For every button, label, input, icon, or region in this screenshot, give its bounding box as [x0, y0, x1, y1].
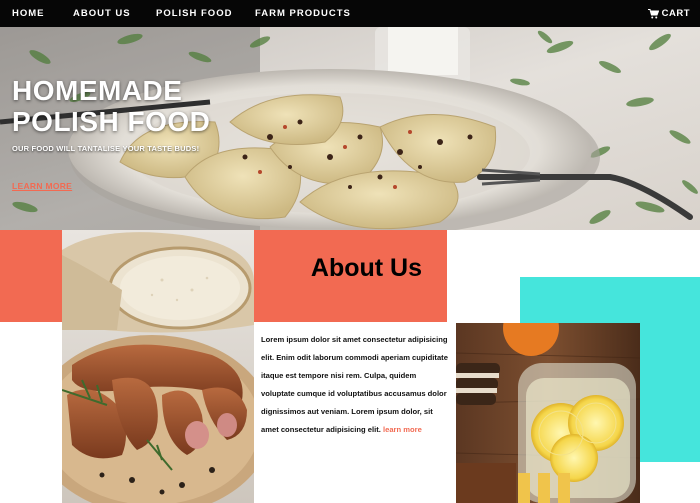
nav-home-link[interactable]: HOME: [12, 0, 45, 27]
cart-icon: [647, 8, 659, 18]
hero-title-line2: POLISH FOOD: [12, 106, 211, 137]
about-learn-more-link[interactable]: learn more: [383, 425, 422, 434]
about-us-text: Lorem ipsum dolor sit amet consectetur a…: [261, 335, 448, 434]
bread-and-sausage-photo: [62, 230, 254, 503]
nav-about-us-link[interactable]: ABOUT US: [73, 0, 131, 27]
top-nav: HOME ABOUT US POLISH FOOD FARM PRODUCTS …: [0, 0, 700, 27]
hero-subtitle: OUR FOOD WILL TANTALISE YOUR TASTE BUDS!: [12, 144, 200, 153]
hero-title-line1: HOMEMADE: [12, 75, 183, 106]
hero-banner: HOMEMADE POLISH FOOD OUR FOOD WILL TANTA…: [0, 27, 700, 230]
learn-more-link[interactable]: LEARN MORE: [12, 181, 72, 191]
cart-link[interactable]: CART: [647, 0, 690, 27]
about-us-title: About Us: [310, 254, 422, 282]
nav-polish-food-link[interactable]: POLISH FOOD: [156, 0, 232, 27]
coral-accent-block: [0, 230, 62, 322]
nav-farm-products-link[interactable]: FARM PRODUCTS: [255, 0, 351, 27]
cart-label: CART: [661, 8, 690, 19]
about-us-body: Lorem ipsum dolor sit amet consectetur a…: [261, 331, 451, 439]
hero-title: HOMEMADE POLISH FOOD: [12, 75, 210, 137]
about-us-header-box: About Us: [254, 230, 447, 322]
lemon-water-photo: [456, 323, 640, 503]
